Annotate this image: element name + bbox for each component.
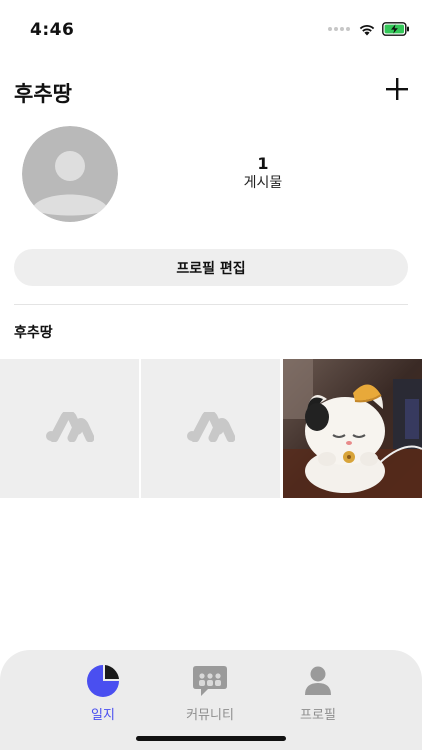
- status-bar: 4:46: [0, 0, 422, 60]
- profile-summary: 1 게시물: [0, 124, 422, 224]
- page-title: 후추땅: [14, 82, 72, 106]
- tab-profile-label: 프로필: [300, 708, 336, 723]
- plus-icon: [386, 78, 408, 100]
- tab-journal[interactable]: 일지: [53, 664, 153, 723]
- app-logo-placeholder-icon: [46, 412, 94, 442]
- post-label: 게시물: [243, 175, 283, 191]
- divider: [14, 304, 408, 305]
- home-indicator: [136, 736, 286, 741]
- chat-bubble-icon: [193, 666, 227, 696]
- header: 후추땅: [0, 70, 422, 114]
- grid-tile-photo[interactable]: [283, 359, 422, 498]
- tab-journal-label: 일지: [91, 708, 115, 723]
- post-count: 1: [257, 154, 269, 173]
- tab-bar: 일지 커뮤니티 프로필: [0, 650, 422, 750]
- avatar[interactable]: [22, 126, 118, 222]
- edit-profile-button[interactable]: 프로필 편집: [14, 249, 408, 286]
- person-icon: [305, 666, 331, 695]
- default-avatar-icon: [22, 126, 118, 222]
- wifi-icon: [359, 24, 375, 35]
- pie-chart-icon: [87, 665, 119, 697]
- tab-profile[interactable]: 프로필: [268, 664, 368, 723]
- section-title: 후추땅: [14, 325, 53, 341]
- status-icons: [328, 22, 410, 36]
- post-stat[interactable]: 1 게시물: [213, 154, 313, 192]
- cellular-signal-icon: [328, 27, 350, 31]
- grid-tile-placeholder[interactable]: [141, 359, 280, 498]
- tab-community[interactable]: 커뮤니티: [160, 664, 260, 723]
- post-grid: [0, 359, 422, 498]
- cat-plush-photo: [283, 359, 422, 498]
- status-time: 4:46: [30, 20, 75, 40]
- app-logo-placeholder-icon: [187, 412, 235, 442]
- add-post-button[interactable]: [384, 76, 410, 102]
- tab-community-label: 커뮤니티: [186, 708, 234, 723]
- battery-charging-icon: [382, 22, 409, 36]
- grid-tile-placeholder[interactable]: [0, 359, 139, 498]
